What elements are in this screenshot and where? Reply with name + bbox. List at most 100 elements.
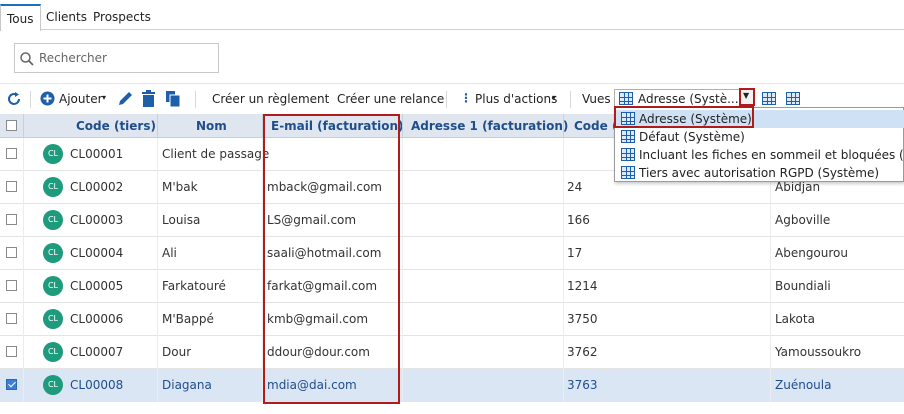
cell-address: 17 [567, 246, 583, 260]
cell-code: CL00006 [70, 312, 124, 326]
grid-view-icon [621, 148, 635, 161]
create-payment-button[interactable]: Créer un règlement [212, 86, 329, 112]
cell-code: CL00007 [70, 345, 124, 359]
search-input[interactable]: Rechercher [14, 43, 219, 73]
cell-name: Ali [162, 246, 177, 260]
row-checkbox[interactable] [6, 181, 17, 192]
cell-address: 1214 [567, 279, 598, 293]
cell-name: Farkatouré [162, 279, 226, 293]
refresh-icon[interactable] [6, 91, 22, 107]
select-all-checkbox[interactable] [6, 120, 17, 131]
toolbar-divider [446, 91, 447, 108]
cell-name: Client de passage [162, 147, 270, 161]
cell-address: 3750 [567, 312, 598, 326]
views-menu-item[interactable]: Incluant les fiches en sommeil et bloqué… [615, 146, 904, 164]
column-divider [402, 114, 403, 138]
tab-tous[interactable]: Tous [0, 4, 41, 31]
table-row[interactable]: CL CL00003 Louisa LS@gmail.com 166 Agbov… [0, 204, 904, 237]
client-badge: CL [43, 342, 63, 362]
column-divider [563, 138, 564, 402]
row-checkbox[interactable] [6, 379, 17, 390]
view-manage-icon[interactable] [786, 92, 800, 105]
cell-name: M'bak [162, 180, 198, 194]
cell-address: 3762 [567, 345, 598, 359]
grid-view-icon [619, 92, 633, 105]
view-settings-icon[interactable] [762, 92, 776, 105]
cell-code: CL00003 [70, 213, 124, 227]
more-actions-label: Plus d'actions [475, 92, 558, 106]
row-checkbox[interactable] [6, 148, 17, 159]
views-menu-item-label: Incluant les fiches en sommeil et bloqué… [639, 148, 904, 162]
cell-address: 3763 [567, 378, 598, 392]
column-header-name[interactable]: Nom [196, 114, 227, 138]
grid-view-icon [621, 130, 635, 143]
client-badge: CL [43, 276, 63, 296]
row-checkbox[interactable] [6, 280, 17, 291]
cell-city: Abengourou [775, 246, 848, 260]
cell-city: Agboville [775, 213, 831, 227]
delete-icon[interactable] [141, 90, 156, 108]
column-divider [563, 114, 564, 138]
tab-prospects[interactable]: Prospects [87, 4, 157, 30]
cell-city: Boundiali [775, 279, 831, 293]
edit-icon[interactable] [117, 90, 134, 108]
column-header-postcode[interactable]: Code ( [574, 114, 614, 138]
annotation-highlight-box [739, 88, 755, 106]
caret-down-icon: ▾ [552, 93, 557, 102]
column-header-code[interactable]: Code (tiers) [76, 114, 156, 138]
cell-code: CL00001 [70, 147, 124, 161]
annotation-highlight-box [263, 114, 400, 404]
cell-code: CL00004 [70, 246, 124, 260]
caret-down-icon: ▾ [102, 93, 107, 102]
duplicate-icon[interactable] [165, 90, 181, 108]
views-menu-item[interactable]: Tiers avec autorisation RGPD (Système) [615, 164, 904, 182]
client-badge: CL [43, 177, 63, 197]
table-row[interactable]: CL CL00007 Dour ddour@dour.com 3762 Yamo… [0, 336, 904, 369]
column-divider [23, 138, 24, 402]
search-placeholder: Rechercher [39, 51, 107, 65]
column-divider [402, 138, 403, 402]
client-badge: CL [43, 210, 63, 230]
table-row[interactable]: CL CL00004 Ali saali@hotmail.com 17 Aben… [0, 237, 904, 270]
column-header-address1[interactable]: Adresse 1 (facturation) [411, 114, 568, 138]
add-icon [40, 91, 55, 106]
view-select-value: Adresse (Systè... [638, 92, 739, 106]
views-menu-item-label: Tiers avec autorisation RGPD (Système) [639, 166, 880, 180]
cell-address: 24 [567, 180, 583, 194]
row-checkbox[interactable] [6, 214, 17, 225]
cell-address: 166 [567, 213, 590, 227]
cell-city: Zuénoula [775, 378, 832, 392]
toolbar-divider [570, 91, 571, 108]
column-divider [157, 138, 158, 402]
column-divider [157, 114, 158, 138]
client-badge: CL [43, 243, 63, 263]
table-row[interactable]: CL CL00008 Diagana mdia@dai.com 3763 Zué… [0, 369, 904, 402]
cell-name: M'Bappé [162, 312, 214, 326]
cell-name: Dour [162, 345, 192, 359]
cell-name: Diagana [162, 378, 212, 392]
tab-bar: Tous Clients Prospects [0, 0, 904, 31]
views-label: Vues [582, 92, 611, 106]
row-checkbox[interactable] [6, 247, 17, 258]
client-badge: CL [43, 375, 63, 395]
table-row[interactable]: CL CL00006 M'Bappé kmb@gmail.com 3750 La… [0, 303, 904, 336]
column-divider [23, 114, 24, 138]
tab-clients[interactable]: Clients [40, 4, 93, 30]
divider [0, 83, 904, 84]
create-reminder-button[interactable]: Créer une relance [337, 86, 444, 112]
views-menu-item[interactable]: Défaut (Système) [615, 128, 904, 146]
cell-name: Louisa [162, 213, 201, 227]
grid-view-icon [621, 166, 635, 179]
annotation-highlight-box [614, 106, 754, 128]
row-checkbox[interactable] [6, 346, 17, 357]
cell-code: CL00002 [70, 180, 124, 194]
cell-city: Yamoussoukro [775, 345, 862, 359]
table-row[interactable]: CL CL00005 Farkatouré farkat@gmail.com 1… [0, 270, 904, 303]
client-badge: CL [43, 144, 63, 164]
row-checkbox[interactable] [6, 313, 17, 324]
client-badge: CL [43, 309, 63, 329]
toolbar-divider [30, 91, 31, 108]
add-button-label: Ajouter [59, 92, 103, 106]
views-menu-item-label: Défaut (Système) [639, 130, 745, 144]
search-icon [20, 52, 34, 66]
